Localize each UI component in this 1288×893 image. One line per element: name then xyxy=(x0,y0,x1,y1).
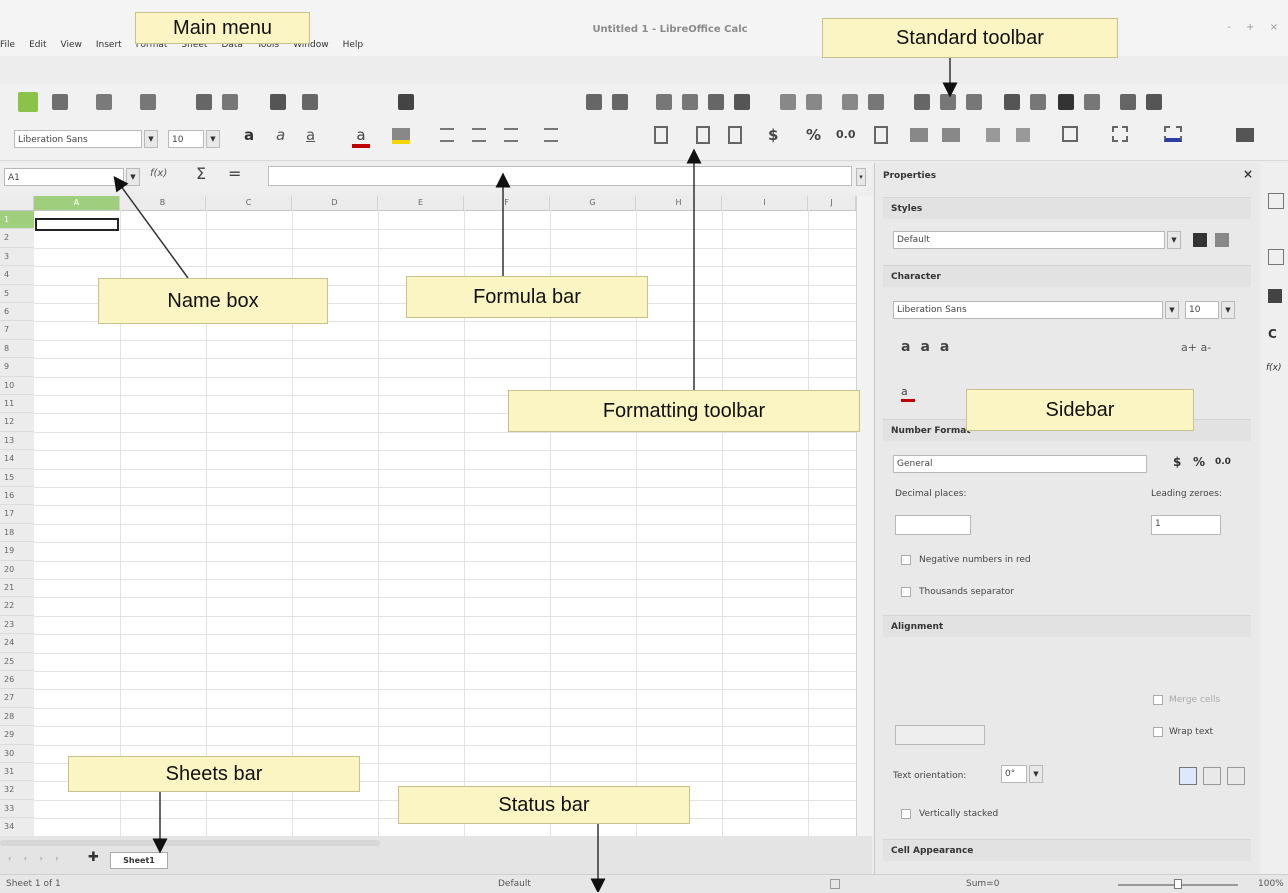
annotation-formatting-toolbar: Formatting toolbar xyxy=(508,390,860,432)
annotation-formula-bar: Formula bar xyxy=(406,276,648,318)
annotation-name-box: Name box xyxy=(98,278,328,324)
annotation-main-menu: Main menu xyxy=(135,12,310,44)
annotation-standard-toolbar: Standard toolbar xyxy=(822,18,1118,58)
annotation-status-bar: Status bar xyxy=(398,786,690,824)
annotation-sheets-bar: Sheets bar xyxy=(68,756,360,792)
annotation-sidebar: Sidebar xyxy=(966,389,1194,431)
